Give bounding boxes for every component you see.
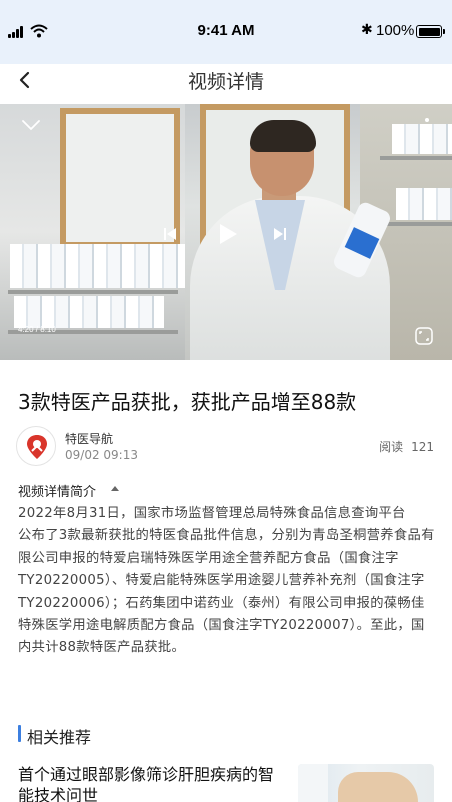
nav-bar: 视频详情 [0,64,452,104]
read-count: 阅读 121 [379,438,434,455]
next-icon[interactable] [272,226,288,242]
section-accent-bar [18,725,21,742]
battery-icon [416,25,445,38]
article-paragraph: 2022年8月31日，国家市场监督管理总局特殊食品信息查询平台 [18,506,406,521]
video-time: 4:20 / 8:10 [18,325,56,334]
source-name[interactable]: 特医导航 [65,430,113,447]
related-item-thumbnail[interactable] [298,764,434,802]
source-logo-icon[interactable] [16,426,56,466]
page-title: 视频详情 [187,71,264,93]
read-count-label: 阅读 [379,440,404,454]
status-bar: 9:41 AM ✱ 100% [0,0,452,64]
fullscreen-icon[interactable] [414,326,434,346]
chevron-down-icon[interactable] [20,118,42,132]
article-title: 3款特医产品获批，获批产品增至88款 [18,390,357,414]
article-paragraph: 公布了3款最新获批的特医食品批件信息，分别为青岛圣桐营养食品有限公司申报的特爱启… [18,528,435,656]
read-count-value: 121 [411,440,434,454]
related-section-title: 相关推荐 [27,728,92,747]
bluetooth-icon: ✱ [361,22,373,38]
play-icon[interactable] [217,222,239,246]
previous-icon[interactable] [162,226,178,242]
more-options-icon[interactable] [424,118,430,138]
related-item-title[interactable]: 首个通过眼部影像筛诊肝胆疾病的智能技术问世 [18,764,288,802]
article-body: 2022年8月31日，国家市场监督管理总局特殊食品信息查询平台 公布了3款最新获… [18,503,438,660]
video-player[interactable]: 4:20 / 8:10 [0,104,452,360]
battery-percent: 100% [376,22,415,39]
intro-toggle[interactable]: 视频详情简介 [18,481,96,500]
publish-date: 09/02 09:13 [65,448,138,462]
caret-up-icon[interactable] [111,486,119,491]
